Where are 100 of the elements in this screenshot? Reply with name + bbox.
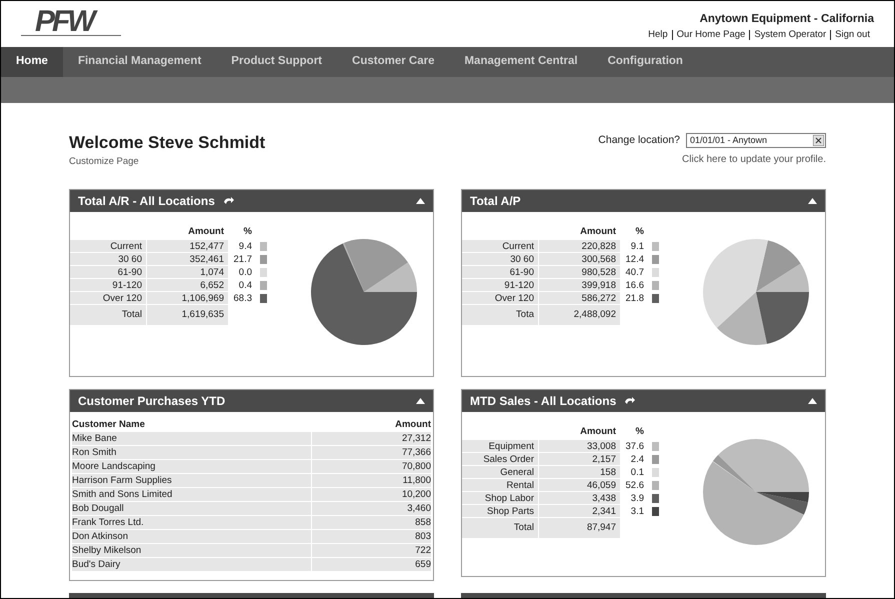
table-cell: 6,652 [146,279,228,292]
table-cell: 300,568 [538,253,620,266]
table-cell: 158 [538,466,620,479]
table-cell: 586,272 [538,292,620,305]
table-cell: 61-90 [70,266,146,279]
table-cell: Sales Order [462,453,538,466]
table-cell-text: 40.7 [624,266,645,279]
table-cell: 2,341 [538,505,620,518]
welcome-title: Welcome Steve Schmidt [69,133,266,153]
table-cell: 10,200 [311,488,431,501]
header-link[interactable]: Sign out [830,30,874,40]
table-cell: 399,918 [538,279,620,292]
column-header: % [634,224,645,239]
panel-title: MTD Sales - All Locations [470,393,616,410]
panel-title: Total A/P [470,193,521,210]
table-cell: 3,438 [538,492,620,505]
table-cell: 61-90 [462,266,538,279]
table-cell: 152,477 [146,240,228,253]
location-label: Change location? [598,133,680,148]
nav-tab[interactable]: Home [1,47,63,77]
table-cell-text: 21.8 [624,292,645,305]
table-cell: 91-120 [70,279,146,292]
table-cell: Equipment [462,440,538,453]
table-cell-text: Bob Dougall [72,502,125,515]
collapse-icon[interactable] [808,198,817,204]
table-cell: 220,828 [538,240,620,253]
table-cell: 2,488,092 [538,305,620,325]
profile-link[interactable]: Click here to update your profile. [682,152,826,167]
table-cell: 77,366 [311,446,431,459]
table-cell: 659 [311,558,431,571]
table-cell: General [462,466,538,479]
header-link[interactable]: Help [648,30,672,40]
collapse-icon[interactable] [808,398,817,404]
dropdown-icon[interactable] [813,135,824,146]
nav-tab[interactable]: Financial Management [62,47,216,77]
table-cell: 11,800 [311,474,431,487]
table-cell: 2,157 [538,453,620,466]
table-cell: 70,800 [311,460,431,473]
table-cell: 352,461 [146,253,228,266]
table-cell: 1,106,969 [146,292,228,305]
header-link[interactable]: System Operator [749,30,830,40]
header-link[interactable]: Our Home Page [672,30,750,40]
table-cell: Current [70,240,146,253]
table-cell-text: Shelby Mikelson [72,544,142,557]
table-cell: Shop Labor [462,492,538,505]
column-header: Customer Name [72,418,146,432]
column-header: Amount [579,424,617,439]
table-cell: 33,008 [538,440,620,453]
table-cell-text: Smith and Sons Limited [72,488,174,501]
panel-title: Total A/R - All Locations [78,193,215,210]
table-cell: Over 120 [462,292,538,305]
column-header: % [242,224,253,239]
table-cell: 722 [311,544,431,557]
table-cell-text: 21.7 [232,253,253,266]
table-cell-text: 16.6 [624,279,645,292]
table-cell: Rental [462,479,538,492]
table-cell-text: 0.0 [238,266,253,279]
refresh-icon[interactable] [624,396,636,406]
table-cell-text: Harrison Farm Supplies [72,474,173,487]
table-cell-text: 52.6 [624,479,645,492]
column-header: Amount [394,418,431,432]
table-cell: 91-120 [462,279,538,292]
table-cell-text: 68.3 [232,292,253,305]
table-cell: Current [462,240,538,253]
table-cell: 87,947 [538,518,620,538]
nav-tab[interactable]: Product Support [216,47,338,77]
table-cell: 980,528 [538,266,620,279]
table-cell: 803 [311,530,431,543]
customize-link[interactable]: Customize Page [69,155,266,170]
nav-tab[interactable]: Customer Care [337,47,450,77]
table-cell: 3,460 [311,502,431,515]
table-cell: Tota [462,305,538,325]
table-cell: 1,074 [146,266,228,279]
table-cell-text: 2.4 [630,453,645,466]
table-cell: 30 60 [70,253,146,266]
table-cell-text: Don Atkinson [72,530,129,543]
table-cell-text: Frank Torres Ltd. [72,516,145,529]
collapse-icon[interactable] [416,198,425,204]
table-cell-text: 9.1 [630,240,645,253]
column-header: Amount [187,224,225,239]
table-cell-text: 37.6 [624,440,645,453]
collapse-icon[interactable] [416,398,425,404]
refresh-icon[interactable] [222,196,235,206]
table-cell: Over 120 [70,292,146,305]
column-header: % [634,424,645,439]
table-cell: 46,059 [538,479,620,492]
table-cell-text: Moore Landscaping [72,460,156,473]
nav-tab[interactable]: Management Central [449,47,593,77]
location-select[interactable]: 01/01/01 - Anytown [686,133,826,148]
table-cell: 1,619,635 [146,305,228,325]
company-name: Anytown Equipment - California [700,12,874,27]
table-cell: Total [462,518,538,538]
table-cell-text: Mike Bane [72,432,118,445]
table-cell: Shop Parts [462,505,538,518]
column-header: Amount [579,224,617,239]
table-cell: 858 [311,516,431,529]
nav-tab[interactable]: Configuration [592,47,698,77]
table-cell: 27,312 [311,432,431,445]
table-cell-text: 9.4 [238,240,253,253]
logo-text: PFW [21,7,121,37]
